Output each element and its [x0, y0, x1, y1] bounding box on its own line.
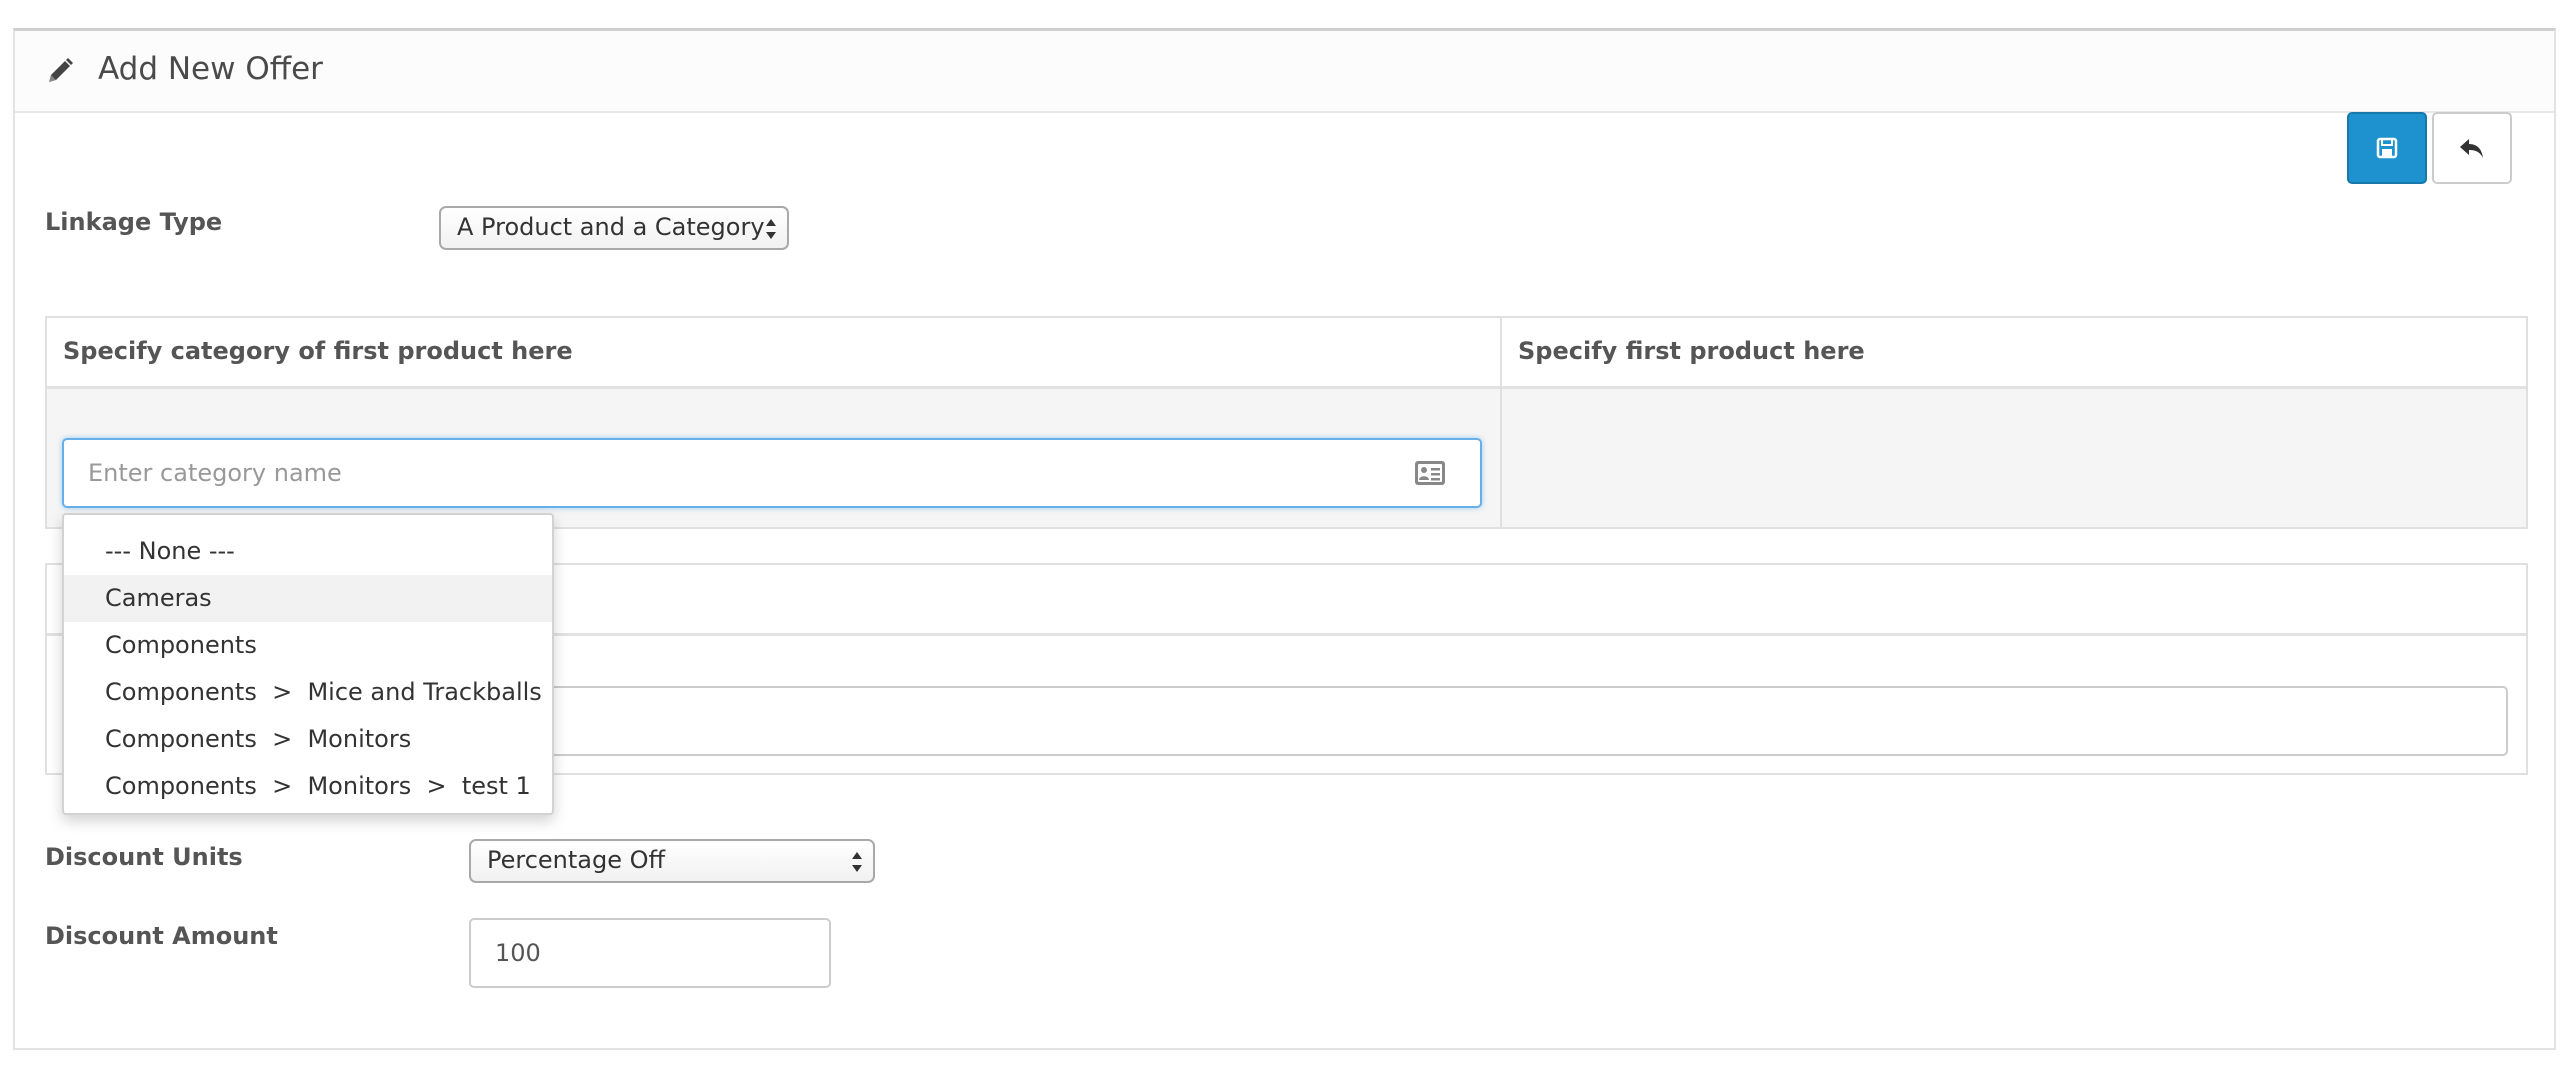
reply-icon	[2460, 139, 2483, 158]
dropdown-item-none[interactable]: --- None ---	[64, 528, 552, 575]
product-cell	[1502, 389, 2526, 527]
linkage-type-select[interactable]: A Product and a Category	[439, 206, 789, 250]
discount-amount-input[interactable]	[469, 918, 831, 988]
product-column-header: Specify first product here	[1518, 337, 1865, 365]
category-name-input[interactable]	[62, 438, 1482, 508]
linkage-type-label: Linkage Type	[45, 208, 223, 236]
discount-units-label: Discount Units	[45, 843, 243, 871]
category-column-header: Specify category of first product here	[63, 337, 573, 365]
discount-amount-label: Discount Amount	[45, 922, 278, 950]
dropdown-item-test-1[interactable]: Components > Monitors > test 1	[64, 763, 552, 810]
dropdown-item-cameras[interactable]: Cameras	[64, 575, 552, 622]
pencil-icon	[49, 58, 73, 82]
select-arrows-icon	[852, 852, 862, 872]
dropdown-item-components[interactable]: Components	[64, 622, 552, 669]
linkage-type-value: A Product and a Category	[457, 213, 765, 241]
address-card-icon[interactable]	[1414, 460, 1446, 486]
category-autocomplete-dropdown: --- None --- Cameras Components Componen…	[62, 513, 554, 815]
column-divider	[1500, 318, 1502, 527]
discount-units-select[interactable]: Percentage Off	[469, 839, 875, 883]
select-arrows-icon	[766, 219, 776, 239]
dropdown-item-mice-and-trackballs[interactable]: Components > Mice and Trackballs	[64, 669, 552, 716]
back-button[interactable]	[2432, 112, 2512, 184]
dropdown-item-monitors[interactable]: Components > Monitors	[64, 716, 552, 763]
save-button[interactable]	[2347, 112, 2427, 184]
discount-units-value: Percentage Off	[487, 846, 666, 874]
page-title: Add New Offer	[98, 51, 323, 87]
panel-heading: Add New Offer	[15, 31, 2554, 113]
save-icon	[2376, 137, 2398, 159]
